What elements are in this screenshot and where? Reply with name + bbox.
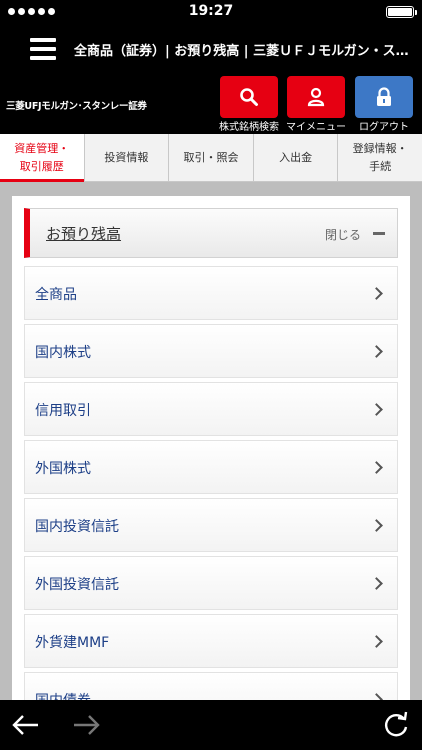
status-bar: 19:27 [0,0,422,24]
list-item-label: 国内債券 [35,690,91,700]
list-item[interactable]: 外国投資信託 [24,556,398,610]
title-bar: 全商品（証券）| お預り残高 | 三菱ＵＦＪモルガン・ス… [0,24,422,76]
status-time: 19:27 [188,3,234,19]
section-header[interactable]: お預り残高 閉じる [24,208,398,258]
search-icon [240,88,258,106]
product-list: 全商品 国内株式 信用取引 外国株式 国内投資信託 外国投資信託 外貨建MMF … [24,266,398,700]
my-menu-label[interactable]: マイメニュー [283,118,349,133]
collapse-button[interactable]: 閉じる [325,226,361,243]
reload-button[interactable] [378,708,414,742]
stock-search-label[interactable]: 株式銘柄検索 [214,118,284,133]
chevron-right-icon [370,461,383,474]
logout-label[interactable]: ログアウト [351,118,417,133]
brand-bar: 三菱UFJモルガン･スタンレー証券 株式銘柄検索 マイメニュー ログアウト [0,76,422,134]
list-item[interactable]: 全商品 [24,266,398,320]
list-item[interactable]: 国内債券 [24,672,398,700]
my-menu-button[interactable] [287,76,345,118]
chevron-right-icon [370,577,383,590]
list-item[interactable]: 外貨建MMF [24,614,398,668]
list-item-label: 外国株式 [35,461,91,477]
tab-label: 登録情報・ 手続 [352,142,408,173]
forward-button[interactable] [68,708,104,742]
list-item[interactable]: 国内投資信託 [24,498,398,552]
list-item[interactable]: 信用取引 [24,382,398,436]
menu-icon[interactable] [30,38,56,60]
section-title: お預り残高 [46,225,122,243]
chevron-right-icon [370,345,383,358]
tab-asset-management[interactable]: 資産管理・ 取引履歴 [0,134,85,182]
tab-label: 入出金 [279,150,313,164]
chevron-right-icon [370,403,383,416]
content-area[interactable]: お預り残高 閉じる 全商品 国内株式 信用取引 外国株式 国内投資信託 外国投資… [0,182,422,700]
company-logo: 三菱UFJモルガン･スタンレー証券 [6,101,147,112]
tab-investment-info[interactable]: 投資情報 [85,134,170,181]
arrow-right-icon [74,715,100,735]
battery-icon [386,6,417,18]
list-item[interactable]: 国内株式 [24,324,398,378]
browser-toolbar [0,700,422,750]
arrow-left-icon [12,715,38,735]
chevron-right-icon [370,287,383,300]
list-item[interactable]: 外国株式 [24,440,398,494]
tab-label: 投資情報 [104,150,149,164]
reload-icon [385,711,408,737]
minus-icon[interactable] [373,232,385,235]
list-item-label: 外貨建MMF [35,635,110,651]
chevron-right-icon [370,519,383,532]
tab-trading[interactable]: 取引・照会 [169,134,254,181]
stock-search-button[interactable] [220,76,278,118]
tab-deposit-withdrawal[interactable]: 入出金 [254,134,339,181]
balance-card: お預り残高 閉じる 全商品 国内株式 信用取引 外国株式 国内投資信託 外国投資… [12,196,410,700]
user-icon [307,87,325,107]
tab-registration[interactable]: 登録情報・ 手続 [338,134,422,181]
back-button[interactable] [8,708,44,742]
main-nav: 資産管理・ 取引履歴 投資情報 取引・照会 入出金 登録情報・ 手続 [0,134,422,182]
chevron-right-icon [370,635,383,648]
lock-icon [377,87,391,106]
list-item-label: 国内投資信託 [35,519,119,535]
tab-label: 資産管理・ 取引履歴 [14,142,70,173]
list-item-label: 外国投資信託 [35,577,119,593]
list-item-label: 国内株式 [35,345,91,361]
logout-button[interactable] [355,76,413,118]
page-title: 全商品（証券）| お預り残高 | 三菱ＵＦＪモルガン・ス… [74,44,409,59]
list-item-label: 全商品 [35,287,77,303]
list-item-label: 信用取引 [35,403,91,419]
tab-label: 取引・照会 [183,150,239,164]
chevron-right-icon [370,693,383,700]
